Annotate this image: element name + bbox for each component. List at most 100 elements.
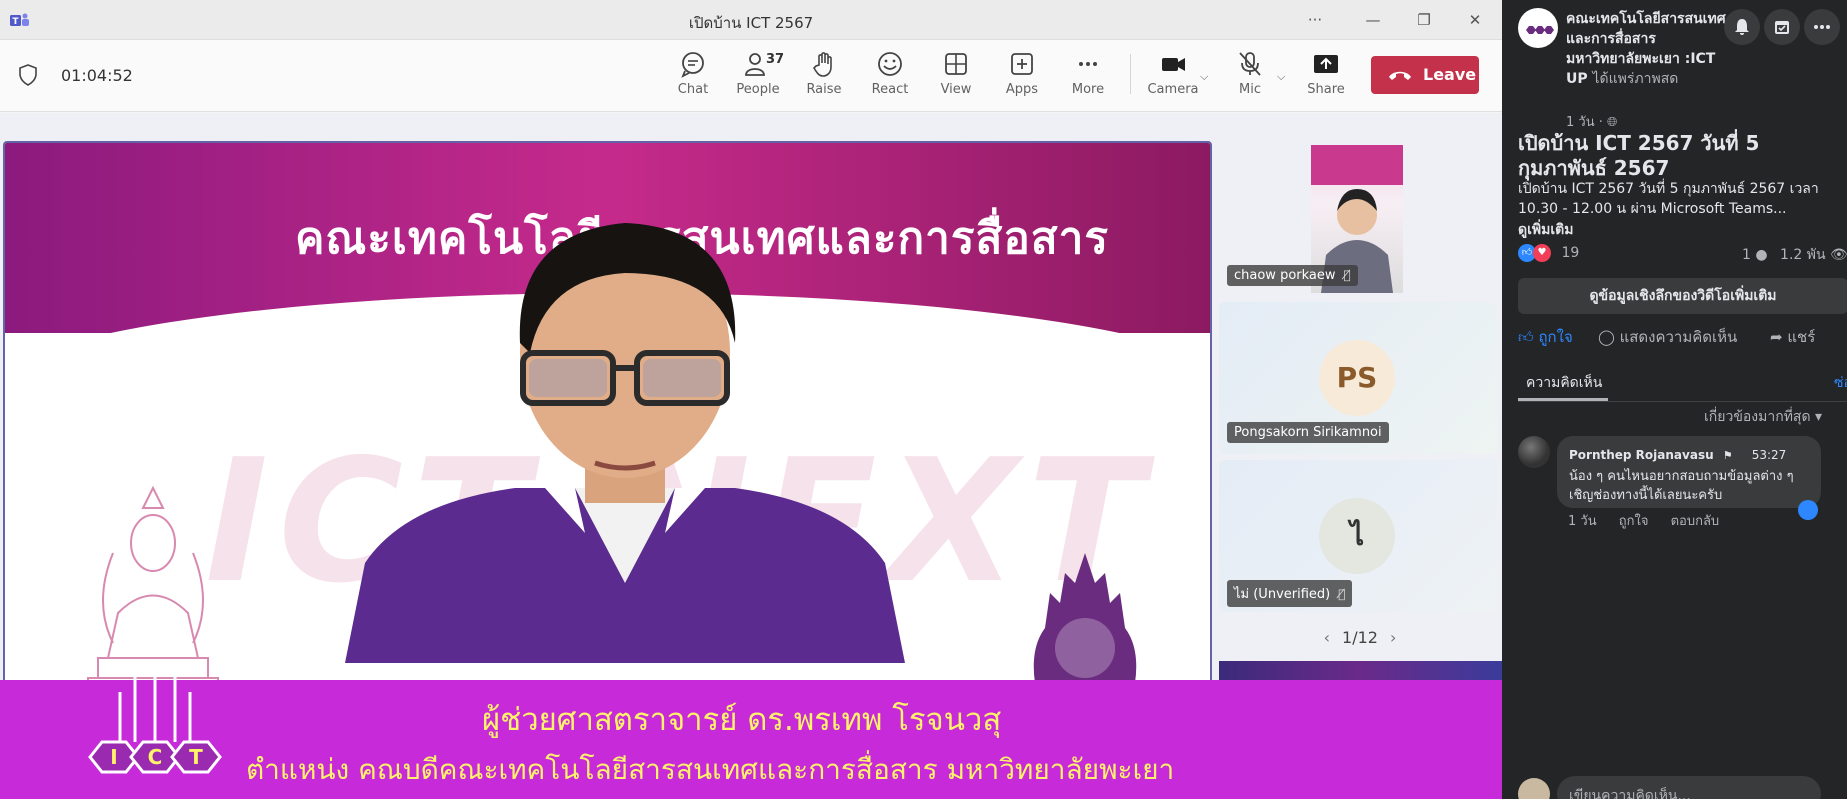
restore-button[interactable]: ❐ <box>1409 9 1439 31</box>
close-button[interactable]: ✕ <box>1460 9 1490 31</box>
people-button[interactable]: 37 People <box>728 50 788 106</box>
participant-tile[interactable]: ไ ไม่ (Unverified) 🎙̸ <box>1219 460 1497 612</box>
post-age: 1 วัน · <box>1566 115 1603 130</box>
lower-third-caption: ICT ผู้ช่วยศาสตราจารย์ ดร.พรเทพ โรจนวสุ … <box>0 672 1502 799</box>
apps-label: Apps <box>1005 82 1039 97</box>
tab-comments[interactable]: ความคิดเห็น <box>1526 372 1602 394</box>
leave-label: Leave <box>1423 65 1477 84</box>
participant-name: Pongsakorn Sirikamnoi <box>1234 425 1382 440</box>
grid-icon <box>945 53 967 75</box>
more-options-button[interactable] <box>1804 9 1840 45</box>
caret-down-icon: ▾ <box>1815 409 1823 425</box>
view-button[interactable]: View <box>926 50 986 106</box>
comment-actions: 1 วัน ถูกใจ ตอบกลับ <box>1568 510 1737 531</box>
mic-button[interactable]: Mic <box>1220 50 1280 106</box>
sort-label: เกี่ยวข้องมากที่สุด <box>1704 409 1811 425</box>
meeting-timer: 01:04:52 <box>61 66 133 85</box>
shared-content-thumbnail[interactable] <box>1219 661 1502 680</box>
react-button[interactable]: React <box>860 50 920 106</box>
camera-button[interactable]: Camera <box>1143 50 1203 106</box>
comment-bubble-icon: ● <box>1755 247 1768 263</box>
apps-button[interactable]: Apps <box>992 50 1052 106</box>
calendar-button[interactable] <box>1764 9 1800 45</box>
main-video-tile[interactable]: คณะเทคโนโลยีสารสนเทศและการสื่อสาร ICT NE… <box>3 141 1212 691</box>
ict-logo-icon: ICT <box>88 672 222 774</box>
comment-count[interactable]: 1 <box>1742 247 1751 263</box>
plus-icon <box>1011 53 1033 75</box>
see-more-link[interactable]: ดูเพิ่มเติม <box>1518 219 1573 241</box>
next-page-chevron-icon[interactable]: › <box>1390 628 1396 647</box>
more-button[interactable]: More <box>1058 50 1118 106</box>
previous-page-chevron-icon[interactable]: ‹ <box>1324 628 1330 647</box>
comment-reply-button[interactable]: ตอบกลับ <box>1671 514 1720 529</box>
svg-text:I: I <box>110 745 117 769</box>
reactions-summary[interactable]: 👍︎ ♥ 19 <box>1518 244 1579 262</box>
people-label: People <box>736 82 780 97</box>
comments-header: ความคิดเห็น ซ่อน <box>1518 360 1847 402</box>
like-button[interactable]: 👍︎ ถูกใจ <box>1518 325 1573 349</box>
comment-sort-dropdown[interactable]: เกี่ยวข้องมากที่สุด ▾ <box>1704 406 1822 428</box>
view-label: View <box>940 82 972 97</box>
love-reaction-icon: ♥ <box>1533 244 1551 262</box>
mic-options-chevron-icon[interactable]: ⌵ <box>1277 70 1285 84</box>
video-description: เปิดบ้าน ICT 2567 วันที่ 5 กุมภาพันธ์ 25… <box>1518 181 1819 217</box>
chat-button[interactable]: Chat <box>663 50 723 106</box>
react-label: React <box>871 82 909 97</box>
share-button[interactable]: ➦ แชร์ <box>1770 325 1815 349</box>
notifications-button[interactable] <box>1724 9 1760 45</box>
comment-input[interactable]: เขียนความคิดเห็น... <box>1557 776 1821 799</box>
eye-icon: 👁︎ <box>1830 247 1847 263</box>
view-count: 1.2 พัน <box>1780 247 1826 263</box>
mic-off-icon: 🎙̸ <box>1338 587 1346 601</box>
ellipsis-icon <box>1079 62 1097 66</box>
participant-tile[interactable]: PS Pongsakorn Sirikamnoi <box>1219 302 1497 454</box>
participant-tile[interactable]: chaow porkaew 🎙̸ <box>1219 141 1497 296</box>
minimize-button[interactable]: — <box>1358 9 1388 31</box>
mic-label: Mic <box>1239 82 1261 97</box>
thumbs-up-icon: 👍︎ <box>1518 328 1534 346</box>
shield-icon[interactable] <box>18 64 38 86</box>
raise-hand-button[interactable]: Raise <box>794 50 854 106</box>
live-status: ได้แพร่ภาพสด <box>1592 71 1679 87</box>
meeting-stage: คณะเทคโนโลยีสารสนเทศและการสื่อสาร ICT NE… <box>0 113 1502 799</box>
comment-author[interactable]: Pornthep Rojanavasu <box>1569 448 1714 462</box>
share-arrow-icon: ➦ <box>1770 328 1783 346</box>
participant-pager: ‹ 1/12 › <box>1300 628 1420 647</box>
reaction-count: 19 <box>1561 245 1580 261</box>
meeting-title: เปิดบ้าน ICT 2567 <box>688 14 814 32</box>
participant-name-tag: Pongsakorn Sirikamnoi <box>1227 422 1389 443</box>
comment-button[interactable]: ◯ แสดงความคิดเห็น <box>1598 325 1737 349</box>
window-more-button[interactable]: ··· <box>1300 9 1330 31</box>
facebook-side-panel: คณะเทคโนโลยีสารสนเทศและการสื่อสาร มหาวิท… <box>1502 0 1847 799</box>
mic-off-icon: 🎙̸ <box>1343 268 1351 282</box>
meeting-toolbar: 01:04:52 Chat 37 People Raise React View <box>0 40 1502 112</box>
globe-icon: 🌐︎ <box>1607 115 1618 130</box>
comment-label: แสดงความคิดเห็น <box>1619 328 1738 346</box>
teams-meeting-window: T เปิดบ้าน ICT 2567 ··· — ❐ ✕ 01:04:52 C… <box>0 0 1502 799</box>
comment-like-button[interactable]: ถูกใจ <box>1619 514 1649 529</box>
post-actions: 👍︎ ถูกใจ ◯ แสดงความคิดเห็น ➦ แชร์ <box>1518 321 1847 351</box>
post-stats: 1 ● 1.2 พัน 👁︎ <box>1742 244 1847 266</box>
hang-up-icon <box>1389 71 1411 80</box>
video-insights-button[interactable]: ดูข้อมูลเชิงลึกของวิดีโอเพิ่มเติม <box>1518 278 1847 314</box>
commenter-avatar[interactable] <box>1518 436 1550 468</box>
share-label: Share <box>1307 82 1345 97</box>
page-indicator: 1/12 <box>1342 628 1378 647</box>
comment-text: น้อง ๆ คนไหนอยากสอบถามข้อมูลต่าง ๆ เชิญช… <box>1569 469 1794 503</box>
bell-icon <box>1735 19 1749 35</box>
mic-off-icon <box>1239 52 1261 76</box>
page-name[interactable]: คณะเทคโนโลยีสารสนเทศและการสื่อสาร มหาวิท… <box>1566 9 1731 89</box>
more-label: More <box>1071 82 1105 97</box>
page-avatar[interactable] <box>1518 8 1558 48</box>
comment-timestamp[interactable]: 53:27 <box>1752 448 1787 462</box>
university-logo-icon <box>1033 553 1137 683</box>
share-button[interactable]: Share <box>1296 50 1356 106</box>
camera-options-chevron-icon[interactable]: ⌵ <box>1200 70 1208 84</box>
leave-button[interactable]: Leave <box>1371 56 1479 94</box>
svg-text:T: T <box>189 745 203 769</box>
hide-comments-link[interactable]: ซ่อน <box>1834 372 1847 394</box>
svg-text:C: C <box>148 745 163 769</box>
ellipsis-icon <box>1814 25 1830 29</box>
buddha-statue-icon <box>87 485 219 689</box>
comment-age[interactable]: 1 วัน <box>1568 514 1597 529</box>
